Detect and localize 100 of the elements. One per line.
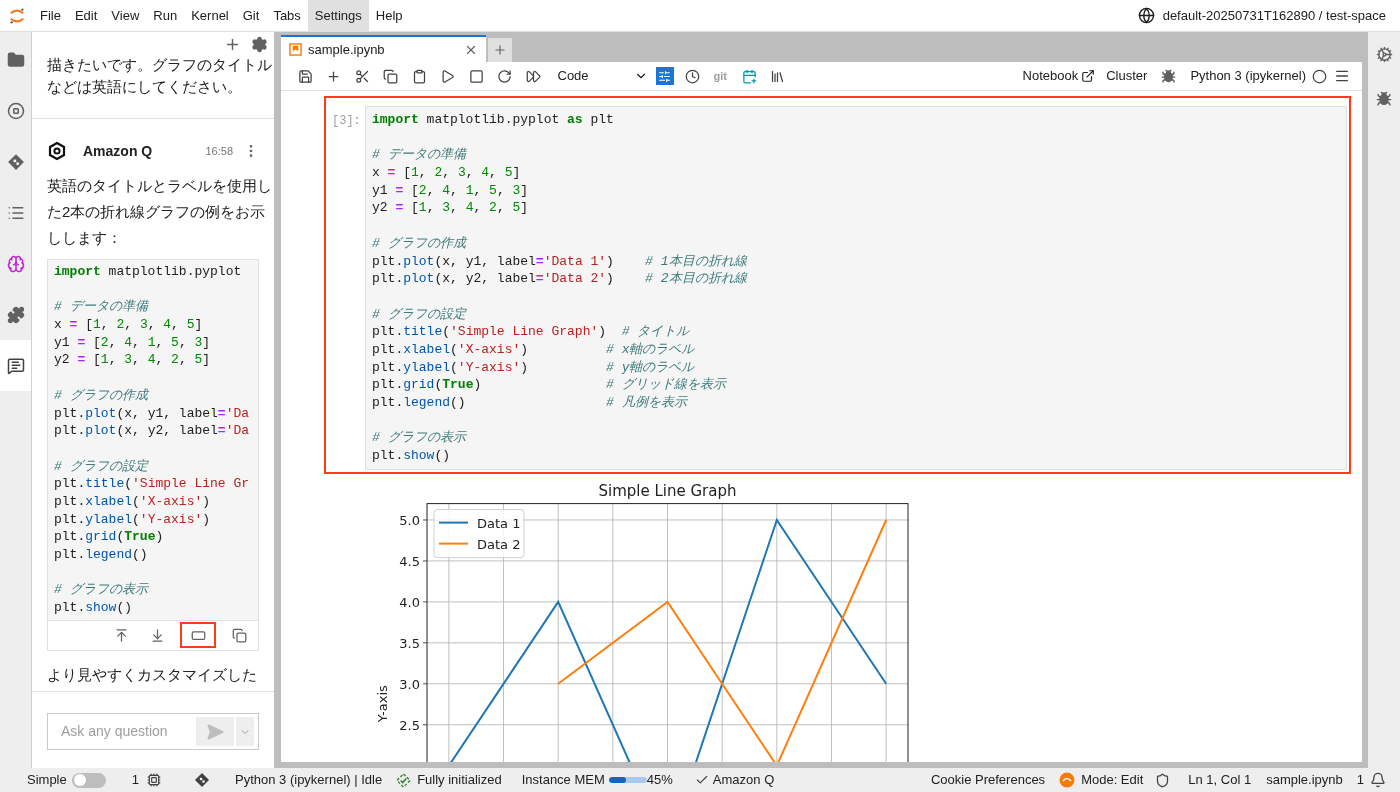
code-line: # データの準備	[372, 146, 466, 165]
file-name: sample.ipynb	[1266, 771, 1343, 790]
git-icon	[194, 772, 210, 788]
menu-item[interactable]: Git	[235, 0, 267, 31]
code-line: plt.show()	[54, 599, 133, 617]
code-line: plt.legend() # 凡例を表示	[372, 394, 687, 412]
menu-item[interactable]: Help	[368, 0, 410, 31]
chat-icon	[6, 356, 25, 375]
code-line: x = [1, 2, 3, 4, 5]	[54, 316, 203, 334]
memory-meter	[608, 777, 647, 783]
notebook-tab[interactable]: sample.ipynb	[281, 35, 486, 62]
sender-name: Amazon Q	[83, 141, 153, 161]
simple-mode-toggle[interactable]	[71, 772, 106, 788]
code-line: plt.grid(True)	[54, 528, 164, 546]
notebook-link[interactable]: Notebook	[1022, 66, 1096, 86]
menu-item[interactable]: Edit	[67, 0, 105, 31]
code-line: plt.title('Simple Line Gr	[54, 475, 250, 493]
code-line: import matplotlib.pyplot	[54, 263, 242, 281]
send-icon	[206, 722, 224, 741]
toolbar-button[interactable]	[683, 67, 702, 85]
kernel-name[interactable]: Python 3 (ipykernel)	[1190, 66, 1306, 86]
code-line: plt.xlabel('X-axis')	[54, 492, 211, 511]
menu-item[interactable]: View	[104, 0, 147, 31]
copy-icon	[383, 68, 399, 84]
assistant-status[interactable]: Amazon Q	[712, 770, 775, 790]
code-line: y2 = [1, 3, 4, 2, 5]	[54, 351, 211, 370]
toolbar-button[interactable]	[655, 67, 674, 85]
bug-icon[interactable]	[1161, 68, 1177, 84]
question-field[interactable]: Ask any question	[61, 721, 196, 742]
bug-icon[interactable]	[1376, 91, 1392, 107]
code-line: # グラフの表示	[372, 429, 466, 448]
stop-icon	[468, 68, 484, 84]
plus-icon	[493, 43, 507, 57]
folder-icon	[6, 50, 25, 69]
axis-label: Y-axis	[375, 685, 390, 723]
menu-icon[interactable]	[1334, 68, 1350, 84]
code-line: y1 = [2, 4, 1, 5, 3]	[54, 333, 211, 352]
code-line: # グラフの作成	[54, 386, 148, 405]
cut-icon	[354, 68, 370, 84]
activity-tab[interactable]	[0, 340, 31, 391]
calendar-plus-icon	[742, 68, 758, 84]
stop-icon	[6, 101, 25, 120]
question-box[interactable]: Ask any question	[47, 713, 259, 750]
tick-label: 3.0	[399, 676, 420, 692]
tick-label: 5.0	[399, 512, 420, 528]
cluster-link[interactable]: Cluster	[1106, 66, 1148, 86]
code-line: plt.legend()	[54, 546, 148, 564]
save-icon	[297, 68, 313, 84]
circle-logo-icon	[1059, 772, 1076, 788]
code-line: # グラフの表示	[54, 581, 148, 600]
code-line: # データの準備	[54, 298, 148, 317]
check-diamond-icon	[396, 772, 412, 788]
terminal-count[interactable]: 1	[131, 770, 139, 790]
git-icon	[6, 152, 25, 171]
code-line: plt.show()	[372, 447, 451, 465]
notification-count[interactable]: 1	[1356, 770, 1364, 790]
workspace-name: default-20250731T162890 / test-space	[1162, 6, 1386, 25]
code-line: plt.grid(True) # グリッド線を表示	[372, 376, 726, 394]
code-line: plt.xlabel('X-axis') # x軸のラベル	[372, 340, 695, 359]
cell-type-select[interactable]: Code	[557, 65, 648, 87]
code-line: plt.title('Simple Line Graph') # タイトル	[372, 323, 690, 341]
code-line: y1 = [2, 4, 1, 5, 3]	[372, 181, 529, 200]
code-line: plt.plot(x, y2, label='Data 2') # 2本目の折れ線	[372, 270, 747, 288]
restart-icon	[497, 68, 513, 84]
cookie-link[interactable]: Cookie Preferences	[930, 770, 1046, 790]
sliders-icon	[658, 69, 671, 83]
brain-icon	[6, 254, 25, 273]
legend-label: Data 1	[477, 515, 521, 531]
code-action-button[interactable]	[180, 622, 216, 649]
kernel-status[interactable]: Python 3 (ipykernel) | Idle	[235, 770, 383, 790]
message-text: 描きたいです。グラフのタイトルなどは英語にしてください。	[47, 55, 273, 97]
menu-item[interactable]: File	[33, 0, 68, 31]
run-all-icon	[525, 68, 541, 84]
memory-label: Instance MEM	[521, 771, 605, 790]
shield-icon	[1155, 772, 1171, 788]
tick-label: 4.5	[399, 553, 420, 569]
menu-item[interactable]: Settings	[307, 0, 369, 31]
new-chat-icon[interactable]	[224, 36, 241, 53]
cursor-position[interactable]: Ln 1, Col 1	[1188, 770, 1252, 790]
cell-prompt: [3]:	[331, 113, 362, 130]
code-line: # グラフの作成	[372, 234, 466, 253]
message-time: 16:58	[205, 143, 233, 159]
chip-icon	[147, 773, 161, 787]
menu-item[interactable]: Kernel	[184, 0, 236, 31]
menu-item[interactable]: Tabs	[266, 0, 308, 31]
settings-icon[interactable]	[251, 36, 268, 53]
tick-label: 4.0	[399, 594, 420, 610]
menu-item[interactable]: Run	[146, 0, 185, 31]
bell-icon[interactable]	[1370, 772, 1386, 788]
code-line: # グラフの設定	[54, 457, 148, 476]
legend-label: Data 2	[477, 536, 521, 552]
tick-label: 3.5	[399, 635, 420, 651]
tick-label: 2.5	[399, 717, 420, 733]
code-line: # グラフの設定	[372, 305, 466, 324]
code-line: plt.ylabel('Y-axis')	[54, 510, 211, 529]
code-line: import matplotlib.pyplot as plt	[372, 111, 614, 129]
code-line: plt.plot(x, y1, label='Da	[54, 404, 250, 423]
books-icon	[770, 68, 786, 84]
editor-mode: Mode: Edit	[1081, 771, 1144, 790]
gears-icon[interactable]	[1375, 46, 1393, 63]
